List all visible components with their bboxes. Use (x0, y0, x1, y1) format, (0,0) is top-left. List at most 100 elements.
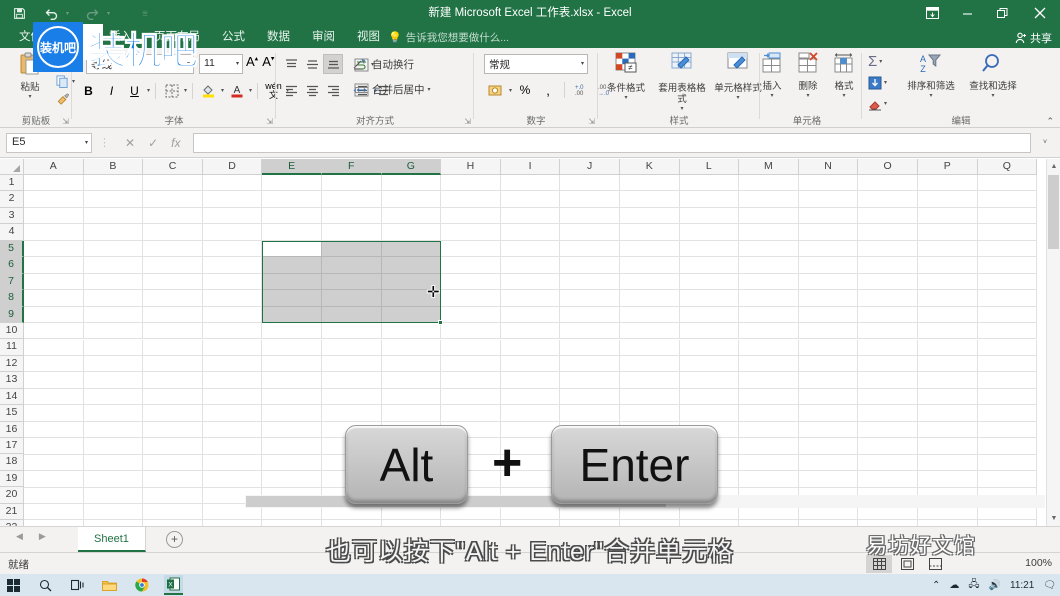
font-color-button[interactable]: A (226, 80, 247, 101)
file-explorer-icon[interactable] (100, 575, 119, 595)
format-as-table-button[interactable]: 套用表格格式 ▾ (654, 52, 710, 112)
cell-I8[interactable] (500, 290, 561, 307)
row-header-2[interactable]: 2 (0, 191, 24, 208)
formula-input[interactable] (193, 132, 1031, 153)
cell-F3[interactable] (322, 207, 382, 225)
accounting-format-button[interactable] (486, 80, 506, 100)
cell-P5[interactable] (918, 240, 978, 258)
cell-Q8[interactable] (977, 290, 1038, 307)
cell-N3[interactable] (798, 207, 859, 225)
cell-N9[interactable] (798, 306, 859, 324)
bold-button[interactable]: B (78, 80, 99, 101)
percent-format-button[interactable]: % (515, 80, 535, 100)
notification-center-icon[interactable]: 🗨 (1043, 580, 1056, 591)
clock[interactable]: 11:21 (1010, 580, 1034, 591)
fill-color-dropdown-icon[interactable]: ▾ (221, 87, 224, 94)
cell-Q16[interactable] (977, 421, 1038, 439)
cell-E3[interactable] (262, 207, 322, 225)
cell-D18[interactable] (202, 454, 263, 472)
cell-M10[interactable] (739, 323, 799, 340)
cell-N8[interactable] (798, 290, 859, 307)
cell-B5[interactable] (83, 240, 144, 258)
cell-M13[interactable] (739, 372, 799, 389)
column-header-f[interactable]: F (321, 159, 382, 175)
fill-button[interactable]: ▾ (868, 72, 887, 93)
cell-D14[interactable] (202, 388, 263, 406)
cell-H3[interactable] (441, 207, 501, 225)
column-header-b[interactable]: B (83, 159, 144, 175)
cell-D5[interactable] (202, 240, 263, 258)
cell-H9[interactable] (441, 306, 501, 324)
fill-dropdown-icon[interactable]: ▾ (884, 79, 887, 86)
cell-M16[interactable] (739, 421, 799, 439)
cell-J13[interactable] (560, 372, 620, 389)
cell-P12[interactable] (918, 355, 978, 373)
cell-Q10[interactable] (977, 323, 1038, 340)
cell-C19[interactable] (143, 471, 203, 488)
cell-C17[interactable] (143, 438, 203, 455)
column-header-d[interactable]: D (202, 159, 263, 175)
cell-D4[interactable] (202, 224, 263, 241)
cell-H12[interactable] (441, 355, 501, 373)
cell-N5[interactable] (798, 240, 859, 258)
format-cells-dropdown-icon[interactable]: ▾ (826, 92, 862, 99)
cell-C11[interactable] (143, 339, 203, 356)
close-button[interactable] (1020, 0, 1060, 26)
decrease-font-size-button[interactable]: A▾ (262, 54, 274, 69)
row-header-4[interactable]: 4 (0, 224, 24, 241)
cell-G14[interactable] (381, 388, 442, 406)
cell-H2[interactable] (441, 191, 501, 208)
cell-O18[interactable] (858, 454, 918, 472)
show-hidden-icons-icon[interactable]: ⌃ (932, 580, 940, 591)
cell-C20[interactable] (143, 487, 203, 504)
cell-B7[interactable] (83, 273, 144, 291)
cell-I5[interactable] (500, 240, 561, 258)
cell-O2[interactable] (858, 191, 918, 208)
cell-F10[interactable] (322, 323, 382, 340)
scroll-down-icon[interactable]: ▼ (1047, 511, 1060, 526)
cell-A15[interactable] (24, 405, 84, 422)
cell-J15[interactable] (560, 405, 620, 422)
cell-B11[interactable] (83, 339, 144, 356)
cell-C15[interactable] (143, 405, 203, 422)
cell-A14[interactable] (24, 388, 84, 406)
cell-Q3[interactable] (977, 207, 1038, 225)
cell-L9[interactable] (679, 306, 740, 324)
cell-P1[interactable] (918, 175, 978, 192)
cell-O15[interactable] (858, 405, 918, 422)
row-header-7[interactable]: 7 (0, 273, 24, 291)
cell-J12[interactable] (560, 355, 620, 373)
cell-B3[interactable] (83, 207, 144, 225)
insert-cells-button[interactable]: 插入 ▾ (754, 52, 790, 99)
cell-L10[interactable] (679, 323, 740, 340)
cell-A16[interactable] (24, 421, 84, 439)
cell-C12[interactable] (143, 355, 203, 373)
chrome-icon[interactable] (132, 575, 151, 595)
cell-B10[interactable] (83, 323, 144, 340)
cell-M14[interactable] (739, 388, 799, 406)
sort-filter-dropdown-icon[interactable]: ▾ (900, 92, 962, 99)
cell-B13[interactable] (83, 372, 144, 389)
font-size-input[interactable]: 11 ▾ (199, 54, 243, 74)
row-header-21[interactable]: 21 (0, 503, 24, 521)
cell-A2[interactable] (24, 191, 84, 208)
task-view-icon[interactable] (68, 575, 87, 595)
cell-E4[interactable] (262, 224, 322, 241)
cell-B20[interactable] (83, 487, 144, 504)
select-all-button[interactable] (0, 159, 24, 175)
column-header-j[interactable]: J (560, 159, 620, 175)
cell-Q18[interactable] (977, 454, 1038, 472)
cell-J3[interactable] (560, 207, 620, 225)
cell-C13[interactable] (143, 372, 203, 389)
cell-M18[interactable] (739, 454, 799, 472)
paste-dropdown-icon[interactable]: ▾ (8, 93, 52, 100)
cell-C8[interactable] (143, 290, 203, 307)
cell-F11[interactable] (322, 339, 382, 356)
cell-D8[interactable] (202, 290, 263, 307)
cell-B9[interactable] (83, 306, 144, 324)
cell-F1[interactable] (322, 175, 382, 192)
format-cells-button[interactable]: 格式 ▾ (826, 52, 862, 99)
cell-M6[interactable] (739, 257, 799, 274)
cell-D10[interactable] (202, 323, 263, 340)
search-icon[interactable] (36, 575, 55, 595)
